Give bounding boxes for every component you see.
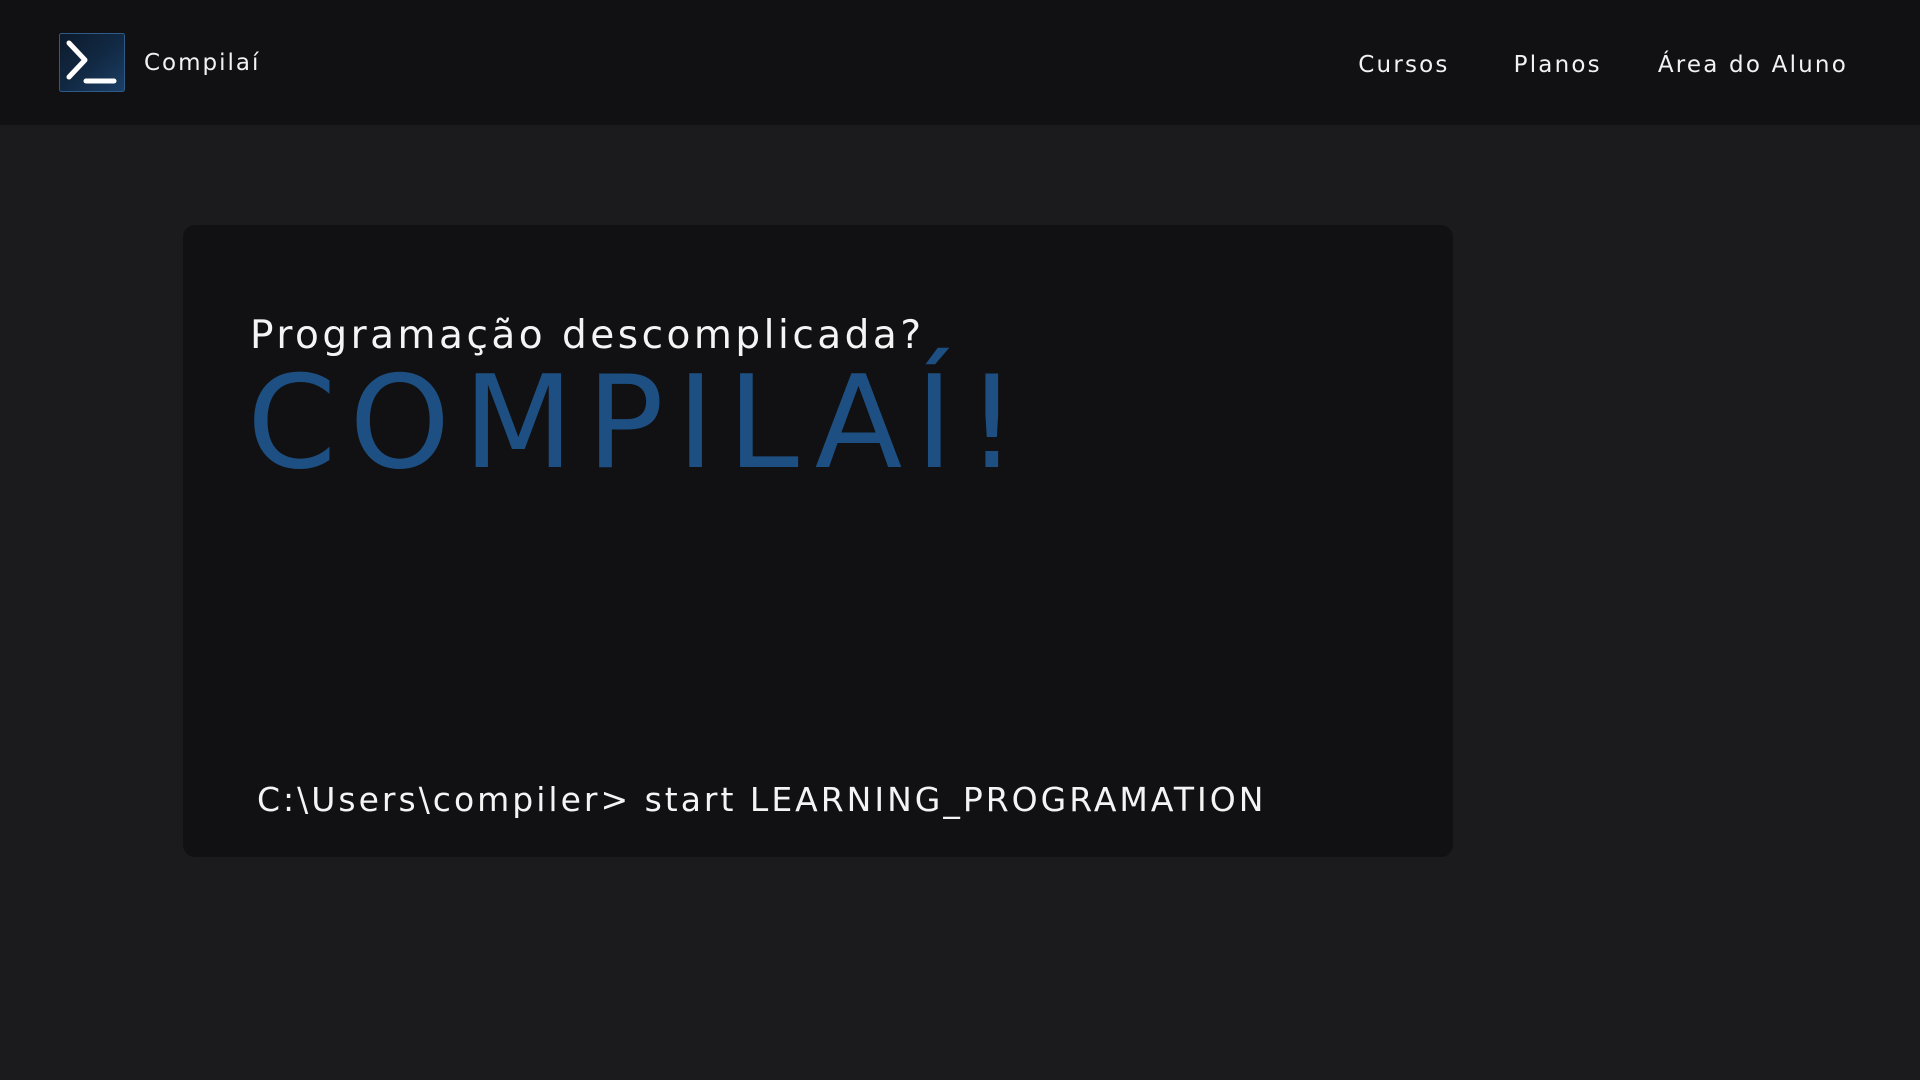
nav-link-cursos[interactable]: Cursos: [1358, 52, 1449, 78]
terminal-prompt-icon: [59, 33, 125, 92]
main-nav: Cursos Planos Área do Aluno: [1358, 0, 1848, 130]
terminal-command-line: C:\Users\compiler> start LEARNING_PROGRA…: [257, 780, 1267, 819]
brand-name: Compilaí: [144, 49, 261, 76]
nav-link-planos[interactable]: Planos: [1514, 52, 1602, 78]
top-navigation-bar: Compilaí Cursos Planos Área do Aluno: [0, 0, 1920, 125]
hero-card: Programação descomplicada? COMPILAÍ! C:\…: [183, 225, 1453, 857]
nav-link-area-do-aluno[interactable]: Área do Aluno: [1658, 52, 1848, 78]
hero-title: COMPILAÍ!: [247, 349, 1031, 498]
brand-home-link[interactable]: Compilaí: [59, 33, 260, 92]
